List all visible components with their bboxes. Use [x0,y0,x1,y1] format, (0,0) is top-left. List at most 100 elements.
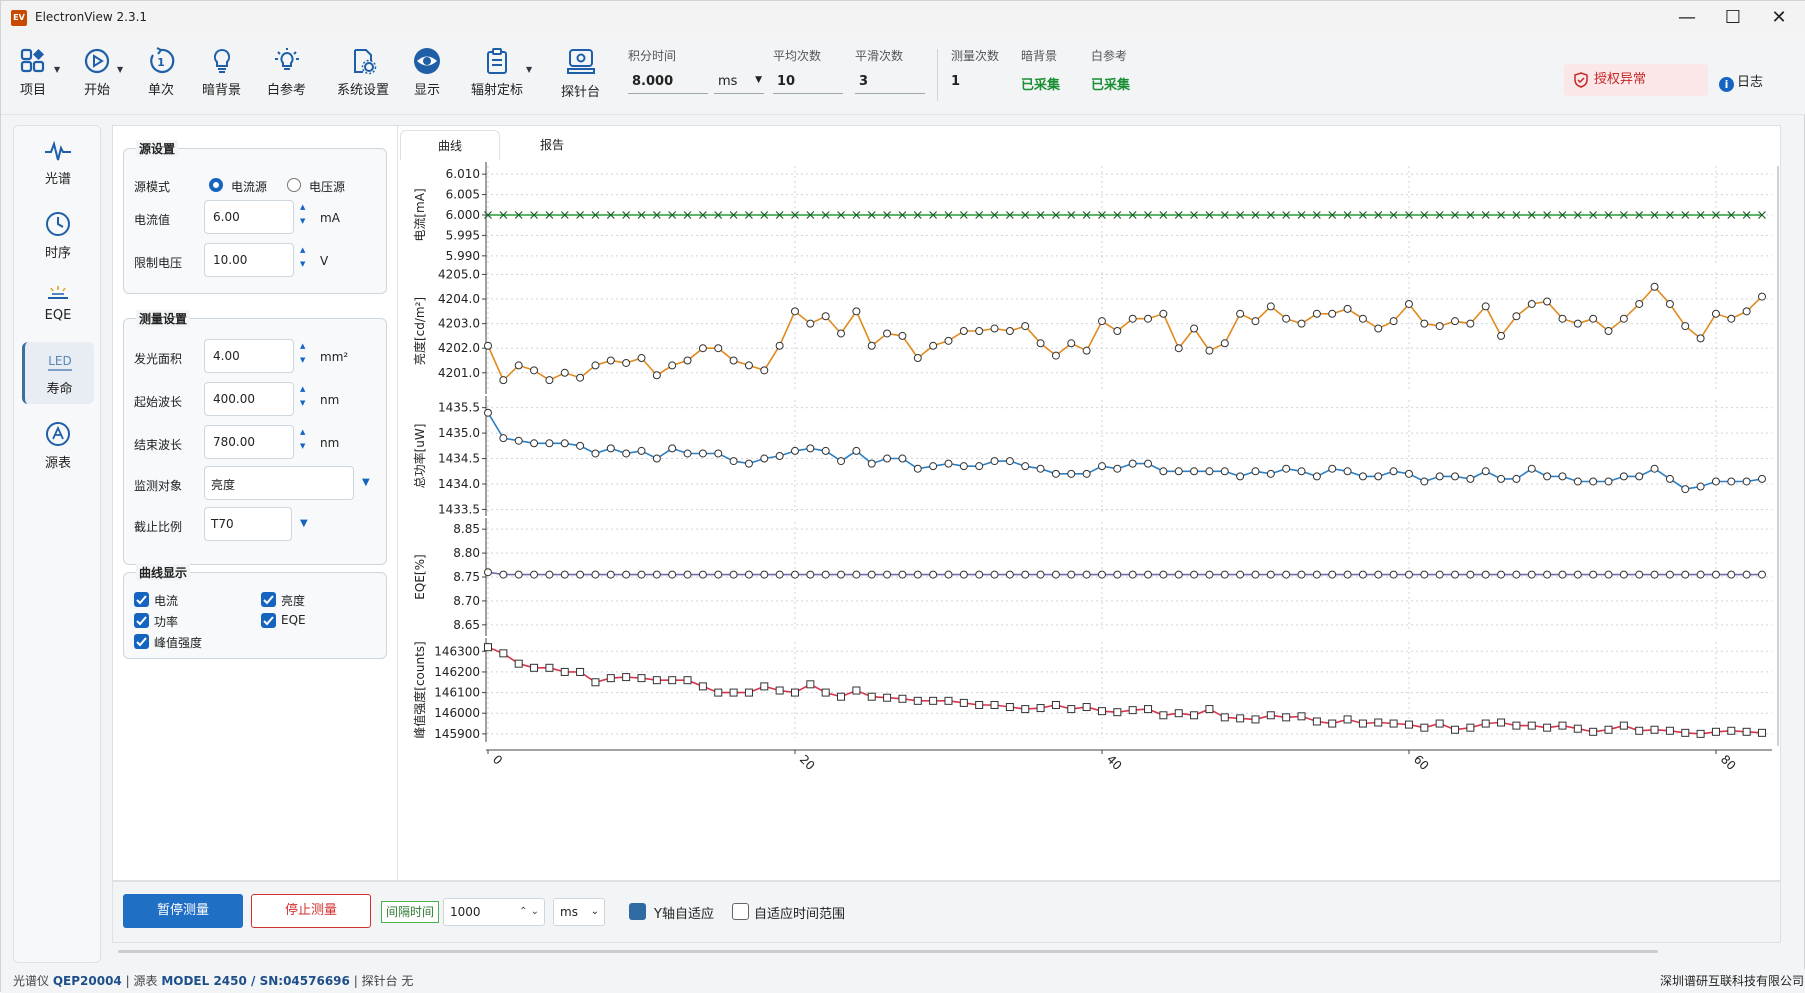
spectrometer-value: QEP20004 [52,974,122,988]
start-wavelength-stepper[interactable]: ▲ ▼ [300,382,305,410]
data-point [1128,459,1137,468]
emitting-area-input[interactable]: 4.00 [204,339,294,373]
title-bar: EV ElectronView 2.3.1 — ☐ ✕ [1,1,1805,35]
white-reference-button[interactable]: 白参考 [267,47,306,98]
company-name: 深圳谱研互联科技有限公司 [1659,974,1804,988]
data-point [484,408,492,417]
project-button[interactable]: 项目 [19,47,47,98]
close-button[interactable]: ✕ [1759,5,1799,31]
data-point [806,444,815,453]
average-count-group: 平均次数 10 [773,47,843,94]
smooth-count-input[interactable]: 3 [855,72,925,94]
interval-stepper-icon[interactable]: ⌃ ⌄ [519,899,539,925]
data-point [1036,464,1045,473]
radiometric-calibration-button[interactable]: 辐射定标 [471,47,523,98]
voltage-limit-stepper[interactable]: ▲ ▼ [300,243,305,271]
display-button[interactable]: 显示 [413,47,441,98]
dark-background-label: 暗背景 [202,83,242,98]
average-count-input[interactable]: 10 [773,72,843,94]
nav-item-spectrum[interactable]: 光谱 [22,132,94,194]
window-title: ElectronView 2.3.1 [35,10,148,24]
y-tick-label: 1433.5 [438,502,480,516]
data-point [1358,570,1367,579]
clock-icon [46,212,70,236]
data-point [545,570,554,579]
data-point [1711,570,1720,579]
y-auto-checkbox[interactable] [629,903,646,920]
log-button[interactable]: i 日志 [1719,71,1763,92]
scrollbar-thumb[interactable] [118,950,1658,953]
emitting-area-label: 发光面积 [134,352,183,366]
data-point [1558,721,1567,730]
probe-station-button[interactable]: 探针台 [561,47,600,100]
end-wavelength-stepper[interactable]: ▲ ▼ [300,425,305,453]
probe-station-label: 探针台 [561,85,601,100]
y-tick-label: 8.75 [453,570,480,584]
single-button[interactable]: 1 单次 [147,47,175,98]
curve-current-checkbox[interactable] [134,592,149,607]
current-value-input[interactable]: 6.00 [204,200,294,234]
data-point [1497,331,1506,340]
calibration-dropdown-icon[interactable]: ▼ [526,65,532,74]
start-button[interactable]: 开始 [83,47,111,98]
minimize-button[interactable]: — [1667,5,1707,31]
nav-item-source-meter[interactable]: 源表 [22,412,94,474]
single-icon: 1 [150,47,175,73]
curve-eqe-checkbox[interactable] [261,613,276,628]
chevron-down-icon[interactable]: ▼ [300,518,308,529]
data-point [1051,469,1060,478]
probe-icon [566,49,595,74]
maximize-button[interactable]: ☐ [1713,5,1753,31]
data-point [806,570,815,579]
data-point [1128,314,1137,323]
data-point [1067,339,1076,348]
data-point [1082,570,1091,579]
data-point [1266,570,1275,579]
data-point [1174,570,1183,579]
start-dropdown-icon[interactable]: ▼ [117,65,123,74]
data-point [668,444,677,453]
led-icon: LED [47,354,72,371]
voltage-source-radio[interactable] [287,178,301,192]
data-point [576,667,585,676]
data-point [683,570,692,579]
x-tick-label: 80 [1718,752,1739,773]
time-auto-checkbox[interactable] [732,903,749,920]
system-settings-button[interactable]: 系统设置 [337,47,389,98]
interval-input[interactable]: 1000 ⌃ ⌄ [443,898,545,926]
end-wavelength-input[interactable]: 780.00 [204,425,294,459]
dark-background-button[interactable]: 暗背景 [202,47,241,98]
horizontal-scrollbar[interactable] [112,947,1781,957]
white-reference-status-group: 白参考 已采集 [1091,47,1130,95]
data-point [1389,719,1398,728]
pause-measurement-button[interactable]: 暂停测量 [123,894,243,928]
data-point [1727,570,1736,579]
start-wavelength-input[interactable]: 400.00 [204,382,294,416]
stop-measurement-button[interactable]: 停止测量 [251,894,371,928]
current-value-stepper[interactable]: ▲ ▼ [300,200,305,228]
voltage-limit-input[interactable]: 10.00 [204,243,294,277]
curve-power-checkbox[interactable] [134,613,149,628]
project-dropdown-icon[interactable]: ▼ [54,65,60,74]
chevron-down-icon: ▼ [755,75,762,85]
interval-unit-select[interactable]: ms ⌄ [553,898,605,926]
data-point [1742,307,1751,316]
data-point [591,361,600,370]
integration-unit-select[interactable]: ms ▼ [714,72,764,94]
integration-time-input[interactable]: 8.000 [628,72,708,94]
data-point [1727,477,1736,486]
cutoff-ratio-select[interactable]: T70 [204,507,292,541]
curve-luminance-checkbox[interactable] [261,592,276,607]
chevron-down-icon[interactable]: ▼ [362,477,370,488]
data-point [652,676,661,685]
monitor-target-select[interactable]: 亮度 [204,466,354,500]
curve-peak-checkbox[interactable] [134,634,149,649]
current-source-radio[interactable] [209,178,223,192]
nav-item-lifetime[interactable]: LED 寿命 [22,342,94,404]
license-status-badge[interactable]: 授权异常 [1564,64,1708,96]
nav-item-timing[interactable]: 时序 [22,202,94,264]
emitting-area-stepper[interactable]: ▲ ▼ [300,339,305,367]
nav-item-eqe[interactable]: EQE [22,272,94,334]
data-point [683,449,692,458]
data-point [499,376,508,385]
